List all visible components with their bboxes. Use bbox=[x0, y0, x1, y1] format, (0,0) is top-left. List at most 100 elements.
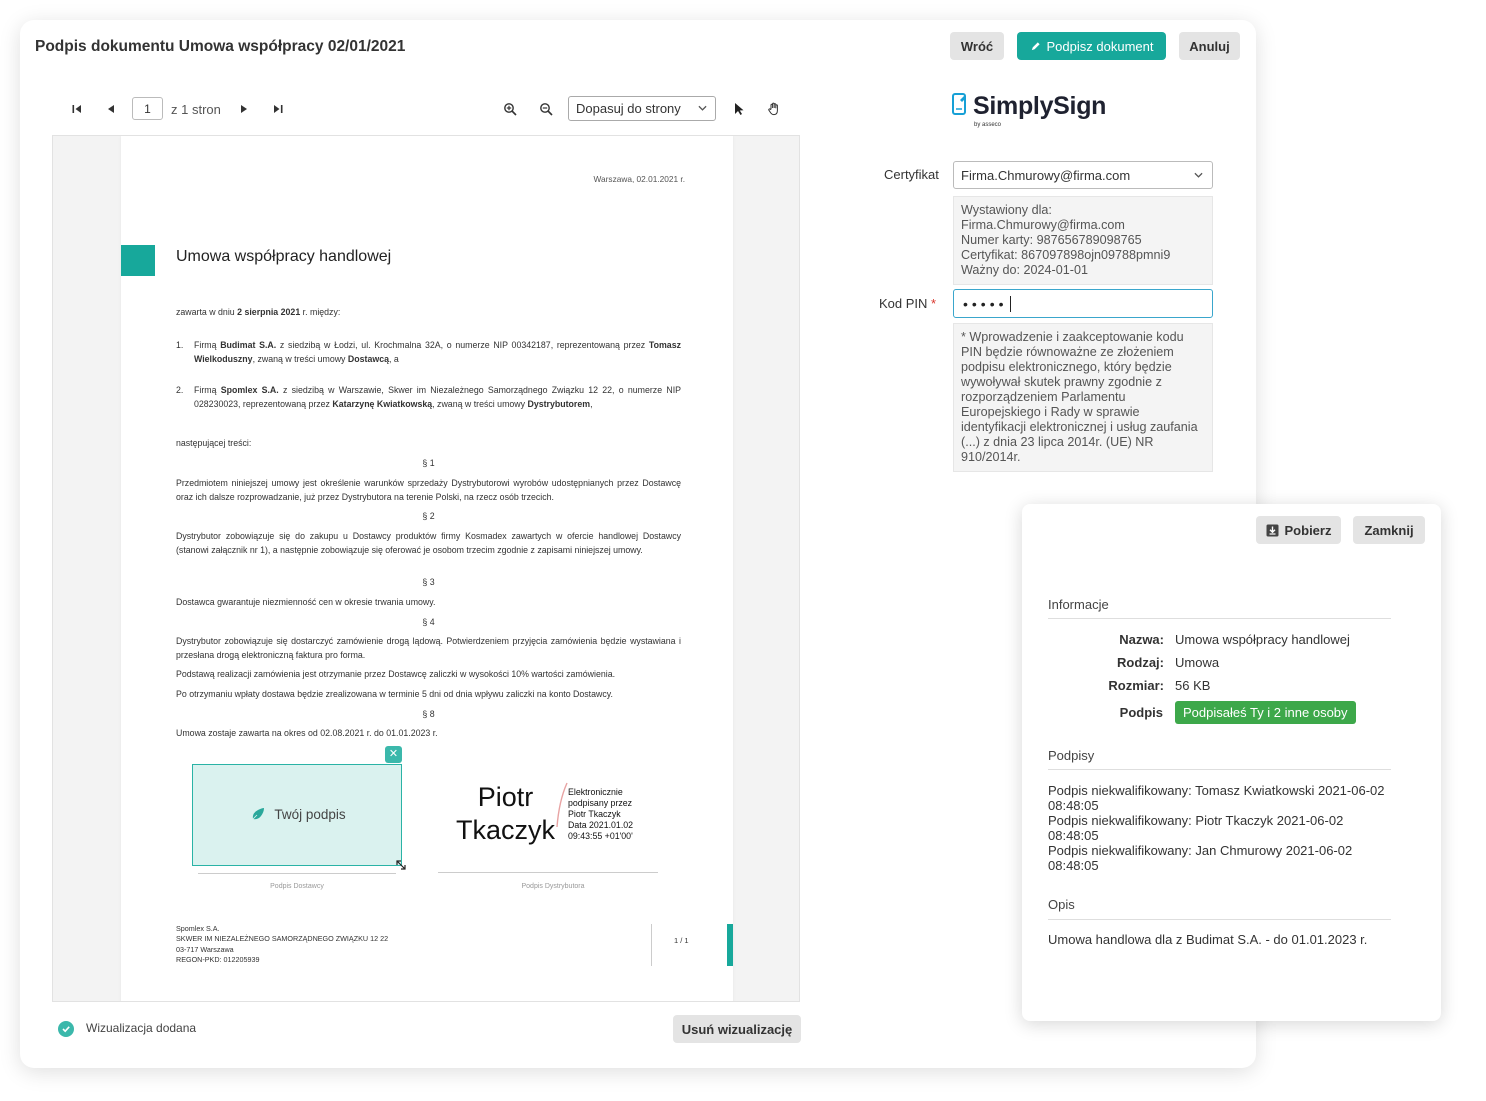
feather-pen-icon bbox=[250, 808, 265, 823]
sign-document-button[interactable]: Podpisz dokument bbox=[1017, 32, 1166, 60]
signature-status-badge: Podpisałeś Ty i 2 inne osoby bbox=[1175, 701, 1356, 724]
party2-number: 2. bbox=[176, 385, 184, 395]
your-signature-label: Twój podpis bbox=[274, 807, 346, 823]
zoom-select[interactable]: Dopasuj do strony bbox=[568, 96, 716, 121]
cancel-button[interactable]: Anuluj bbox=[1179, 32, 1240, 60]
hand-pan-icon[interactable] bbox=[765, 100, 783, 118]
next-page-icon[interactable] bbox=[236, 101, 252, 117]
signature-line-distributor bbox=[438, 872, 658, 873]
contract-intro: zawarta w dniu 2 sierpnia 2021 r. między… bbox=[176, 307, 341, 317]
supplier-signature-caption: Podpis Dostawcy bbox=[270, 883, 324, 890]
list-item: Podpis niekwalifikowany: Piotr Tkaczyk 2… bbox=[1048, 813, 1344, 843]
section-2-heading: § 2 bbox=[422, 511, 435, 521]
section-1-heading: § 1 bbox=[422, 458, 435, 468]
section-4-text-b: Podstawą realizacji zamówienia jest otrz… bbox=[176, 669, 616, 679]
zoom-select-value: Dopasuj do strony bbox=[576, 101, 681, 116]
check-circle-icon bbox=[58, 1021, 74, 1037]
type-key: Rodzaj: bbox=[1117, 655, 1164, 670]
brand-subtitle: by asseco bbox=[974, 122, 1002, 128]
text-caret bbox=[1009, 295, 1011, 312]
pin-input[interactable]: ••••• bbox=[953, 289, 1213, 318]
document-info-panel: Pobierz Zamknij Informacje Nazwa: Umowa … bbox=[1022, 504, 1441, 1021]
party1-text: Firmą Budimat S.A. z siedzibą w Łodzi, u… bbox=[194, 340, 681, 364]
description-text: Umowa handlowa dla z Budimat S.A. - do 0… bbox=[1048, 932, 1368, 947]
title-accent-block bbox=[121, 245, 155, 276]
list-item: Podpis niekwalifikowany: Jan Chmurowy 20… bbox=[1048, 843, 1353, 873]
certificate-details: Wystawiony dla: Firma.Chmurowy@firma.com… bbox=[953, 196, 1213, 285]
last-page-icon[interactable] bbox=[270, 101, 286, 117]
close-button[interactable]: Zamknij bbox=[1353, 516, 1425, 544]
party2-text: Firmą Spomlex S.A. z siedzibą w Warszawi… bbox=[194, 385, 682, 409]
brand-name: SimplySign bbox=[973, 92, 1107, 120]
info-divider bbox=[1048, 618, 1391, 619]
page-total: z 1 stron bbox=[171, 102, 221, 117]
section-4-text-a: Dystrybutor zobowiązuje się dostarczyć z… bbox=[176, 636, 681, 660]
signatures-section-title: Podpisy bbox=[1048, 748, 1095, 763]
list-item: Podpis niekwalifikowany: Tomasz Kwiatkow… bbox=[1048, 783, 1385, 813]
prev-page-icon[interactable] bbox=[103, 101, 119, 117]
signature-stroke-mark bbox=[556, 782, 568, 828]
remove-signature-close-icon[interactable]: ✕ bbox=[385, 746, 402, 763]
required-asterisk: * bbox=[931, 296, 937, 311]
resize-handle-icon[interactable] bbox=[395, 859, 407, 871]
phone-pen-logo-icon bbox=[952, 93, 966, 115]
pen-icon bbox=[1031, 41, 1040, 50]
sign-document-label: Podpisz dokument bbox=[1046, 38, 1154, 54]
document-page-number: 1 / 1 bbox=[674, 936, 689, 945]
signature-key: Podpis bbox=[1119, 705, 1163, 720]
page-number-input[interactable]: 1 bbox=[132, 97, 163, 120]
document-date: Warszawa, 02.01.2021 r. bbox=[593, 174, 685, 184]
first-page-icon[interactable] bbox=[69, 101, 85, 117]
description-section-title: Opis bbox=[1048, 897, 1075, 912]
document-footer-address: Spomlex S.A. SKWER IM NIEZALEŻNEGO SAMOR… bbox=[176, 924, 389, 964]
certificate-select[interactable]: Firma.Chmurowy@firma.com bbox=[953, 161, 1213, 189]
simplysign-logo: SimplySign by asseco bbox=[951, 92, 1107, 128]
remove-visualization-button[interactable]: Usuń wizualizację bbox=[673, 1015, 801, 1043]
section-8-text: Umowa zostaje zawarta na okres od 02.08.… bbox=[176, 728, 438, 738]
zoom-in-icon[interactable] bbox=[501, 100, 519, 118]
your-signature-placeholder[interactable]: Twój podpis bbox=[192, 764, 406, 870]
name-key: Nazwa: bbox=[1119, 632, 1164, 647]
name-value: Umowa współpracy handlowej bbox=[1175, 632, 1350, 647]
visualization-added-label: Wizualizacja dodana bbox=[86, 1021, 197, 1035]
section-2-text: Dystrybutor zobowiązuje się do zakupu u … bbox=[176, 531, 681, 555]
pin-legal-note: * Wprowadzenie i zaakceptowanie kodu PIN… bbox=[953, 323, 1213, 472]
chevron-down-icon bbox=[698, 105, 707, 111]
type-value: Umowa bbox=[1175, 655, 1220, 670]
certificate-select-value: Firma.Chmurowy@firma.com bbox=[961, 167, 1131, 183]
certificate-label: Certyfikat bbox=[884, 167, 939, 182]
signature-line-supplier bbox=[198, 873, 396, 874]
footer-divider bbox=[651, 924, 652, 966]
section-3-heading: § 3 bbox=[422, 577, 435, 587]
party1-number: 1. bbox=[176, 340, 184, 350]
size-value: 56 KB bbox=[1175, 678, 1211, 693]
page-title: Podpis dokumentu Umowa współpracy 02/01/… bbox=[35, 38, 406, 55]
info-section-title: Informacje bbox=[1048, 597, 1109, 612]
distributor-signature-caption: Podpis Dystrybutora bbox=[521, 883, 585, 890]
section-1-text: Przedmiotem niniejszej umowy jest określ… bbox=[176, 478, 681, 502]
download-icon bbox=[1266, 524, 1279, 536]
section-3-text: Dostawca gwarantuje niezmienność cen w o… bbox=[176, 597, 436, 607]
cursor-select-icon[interactable] bbox=[730, 100, 748, 118]
distributor-signature-name: Piotr Tkaczyk bbox=[456, 782, 556, 845]
section-8-heading: § 8 bbox=[422, 709, 435, 719]
signatures-divider bbox=[1048, 769, 1391, 770]
chevron-down-icon bbox=[1194, 172, 1203, 178]
following-text: następującej treści: bbox=[176, 438, 252, 448]
size-key: Rozmiar: bbox=[1108, 678, 1164, 693]
zoom-out-icon[interactable] bbox=[537, 100, 555, 118]
page-number-value: 1 bbox=[144, 101, 151, 116]
document-viewer[interactable]: Warszawa, 02.01.2021 r. Umowa współpracy… bbox=[52, 135, 800, 1002]
document-page: Warszawa, 02.01.2021 r. Umowa współpracy… bbox=[121, 136, 733, 1001]
download-label: Pobierz bbox=[1284, 522, 1332, 538]
signatures-list: Podpis niekwalifikowany: Tomasz Kwiatkow… bbox=[1048, 783, 1393, 873]
document-title: Umowa współpracy handlowej bbox=[176, 248, 392, 265]
back-button[interactable]: Wróć bbox=[950, 32, 1004, 60]
footer-accent-bar bbox=[727, 924, 733, 966]
description-divider bbox=[1048, 919, 1391, 920]
pin-label: Kod PIN * bbox=[879, 296, 937, 311]
section-4-heading: § 4 bbox=[422, 617, 435, 627]
pin-input-value: ••••• bbox=[963, 295, 1008, 312]
section-4-text-c: Po otrzymaniu wpłaty dostawa będzie zrea… bbox=[176, 689, 613, 699]
download-button[interactable]: Pobierz bbox=[1256, 516, 1341, 544]
